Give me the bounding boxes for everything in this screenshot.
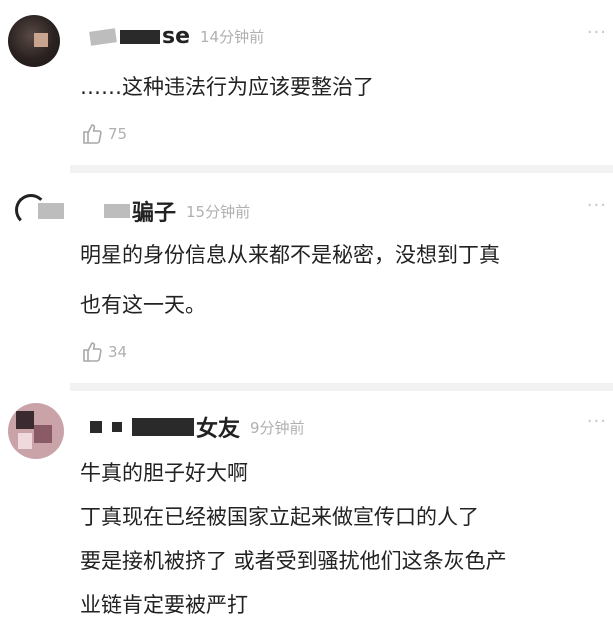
username-redacted — [120, 29, 160, 44]
more-options-button[interactable]: ··· — [587, 195, 607, 216]
comment-divider — [70, 383, 613, 391]
username[interactable]: 骗子 — [132, 195, 176, 227]
comment-line: 要是接机被挤了 或者受到骚扰他们这条灰色产 — [80, 549, 507, 573]
username-redacted — [112, 422, 122, 432]
comment-header: 女友 9分钟前 — [90, 411, 305, 443]
user-avatar[interactable] — [8, 403, 64, 459]
more-options-button[interactable]: ··· — [587, 411, 607, 432]
username-redacted — [89, 27, 117, 46]
comment-line: 明星的身份信息从来都不是秘密，没想到丁真 — [80, 243, 500, 267]
like-button[interactable]: 34 — [80, 340, 127, 364]
comment-time: 9分钟前 — [250, 418, 305, 437]
avatar-image — [34, 425, 52, 443]
comment-item: 骗子 15分钟前 ··· 明星的身份信息从来都不是秘密，没想到丁真 也有这一天。… — [0, 173, 613, 383]
thumbs-up-icon — [83, 124, 102, 144]
like-button[interactable]: 75 — [80, 122, 127, 146]
comment-line: ……这种违法行为应该要整治了 — [80, 75, 374, 99]
like-count: 75 — [108, 125, 128, 143]
user-avatar[interactable] — [8, 15, 60, 67]
thumbs-up-icon — [83, 342, 102, 362]
username[interactable]: 女友 — [196, 411, 240, 443]
username-redacted — [132, 418, 194, 436]
comment-line: 丁真现在已经被国家立起来做宣传口的人了 — [80, 505, 479, 529]
comment-text: 明星的身份信息从来都不是秘密，没想到丁真 也有这一天。 — [80, 236, 500, 324]
comment-header: 骗子 15分钟前 — [38, 195, 250, 227]
avatar-image — [16, 411, 34, 429]
comment-text: 牛真的胆子好大啊 丁真现在已经被国家立起来做宣传口的人了 要是接机被挤了 或者受… — [80, 451, 507, 627]
comment-line: 也有这一天。 — [80, 293, 206, 317]
more-options-button[interactable]: ··· — [587, 22, 607, 43]
avatar-image — [18, 433, 32, 449]
comment-line: 牛真的胆子好大啊 — [80, 461, 248, 485]
comment-text: ……这种违法行为应该要整治了 — [80, 68, 374, 106]
comment-divider — [70, 165, 613, 173]
comment-header: se 14分钟前 — [89, 24, 265, 49]
like-count: 34 — [108, 343, 128, 361]
username[interactable]: se — [162, 24, 190, 49]
username-redacted — [90, 421, 102, 433]
comment-time: 15分钟前 — [186, 202, 251, 221]
comment-time: 14分钟前 — [200, 28, 265, 46]
comment-item: 女友 9分钟前 ··· 牛真的胆子好大啊 丁真现在已经被国家立起来做宣传口的人了… — [0, 391, 613, 637]
username-redacted — [104, 204, 130, 218]
comment-item: se 14分钟前 ··· ……这种违法行为应该要整治了 75 — [0, 0, 613, 165]
avatar-image — [34, 33, 48, 47]
comment-line: 业链肯定要被严打 — [80, 593, 248, 617]
username-redacted — [38, 203, 64, 219]
